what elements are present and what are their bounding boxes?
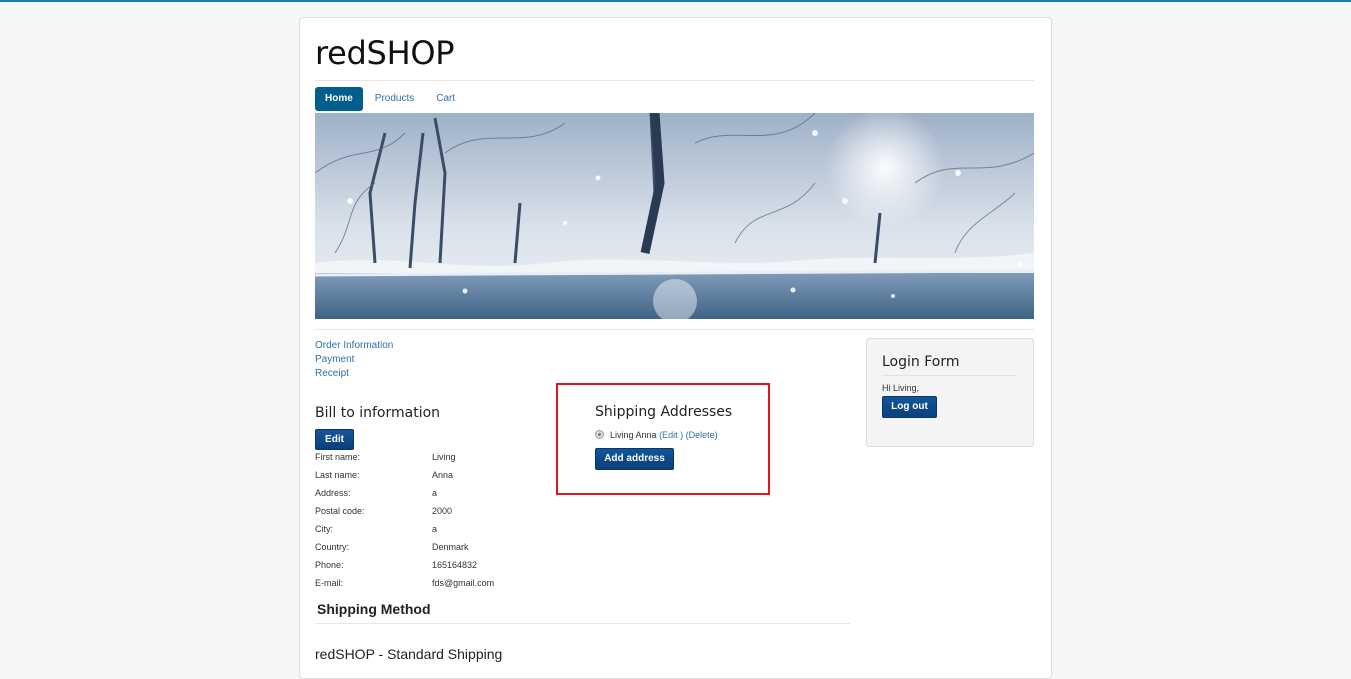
header-divider xyxy=(315,80,1034,81)
login-greeting: Hi Living, xyxy=(882,383,920,393)
shipping-method-title: Shipping Method xyxy=(317,601,431,617)
bill-row-email: E-mail: fds@gmail.com xyxy=(315,578,575,596)
bill-label: Address: xyxy=(315,488,351,498)
bill-row-phone: Phone: 165164832 xyxy=(315,560,575,578)
edit-billing-button[interactable]: Edit xyxy=(315,429,354,450)
login-title: Login Form xyxy=(882,354,960,370)
bill-title: Bill to information xyxy=(315,405,441,421)
shipping-addresses-title: Shipping Addresses xyxy=(595,404,733,420)
logout-button[interactable]: Log out xyxy=(882,396,937,418)
bill-label: City: xyxy=(315,524,333,534)
bill-value: Anna xyxy=(432,470,454,480)
shipping-method-divider xyxy=(315,623,850,624)
nav-products[interactable]: Products xyxy=(365,87,424,111)
main-nav: Home Products Cart xyxy=(315,87,467,111)
bill-label: Postal code: xyxy=(315,506,365,516)
bill-label: Last name: xyxy=(315,470,360,480)
nav-cart[interactable]: Cart xyxy=(426,87,465,111)
bill-value: 165164832 xyxy=(432,560,478,570)
billing-details: First name: Living Last name: Anna Addre… xyxy=(315,452,575,596)
bill-row-postal-code: Postal code: 2000 xyxy=(315,506,575,524)
edit-address-link[interactable]: (Edit ) xyxy=(659,430,683,440)
login-form-module: Login Form Hi Living, Log out xyxy=(866,338,1034,447)
shipping-method-option[interactable]: redSHOP - Standard Shipping xyxy=(315,646,502,662)
login-divider xyxy=(882,375,1017,376)
bill-value: fds@gmail.com xyxy=(432,578,495,588)
bill-row-country: Country: Denmark xyxy=(315,542,575,560)
bill-row-first-name: First name: Living xyxy=(315,452,575,470)
bill-value: a xyxy=(432,488,438,498)
content-divider xyxy=(315,329,1034,330)
bill-value: 2000 xyxy=(432,506,453,516)
nav-home[interactable]: Home xyxy=(315,87,363,111)
bill-row-last-name: Last name: Anna xyxy=(315,470,575,488)
checkout-steps: Order Information Payment Receipt xyxy=(315,339,393,381)
bill-row-address: Address: a xyxy=(315,488,575,506)
step-payment[interactable]: Payment xyxy=(315,353,393,367)
bill-label: Country: xyxy=(315,542,350,552)
step-order-information[interactable]: Order Information xyxy=(315,339,393,353)
bill-value: Denmark xyxy=(432,542,469,552)
site-brand[interactable]: redSHOP xyxy=(315,34,455,72)
top-accent-line xyxy=(0,0,1351,2)
delete-address-link[interactable]: (Delete) xyxy=(686,430,718,440)
step-receipt[interactable]: Receipt xyxy=(315,367,393,381)
winter-banner-image xyxy=(315,113,1034,319)
bill-row-city: City: a xyxy=(315,524,575,542)
bill-label: E-mail: xyxy=(315,578,344,588)
page-container: redSHOP Home Products Cart Order Informa… xyxy=(299,17,1052,679)
address-radio[interactable] xyxy=(595,430,604,439)
shipping-address-option: Living Anna (Edit ) (Delete) xyxy=(595,430,718,440)
bill-label: First name: xyxy=(315,452,361,462)
bill-label: Phone: xyxy=(315,560,344,570)
bill-value: a xyxy=(432,524,438,534)
address-name: Living Anna xyxy=(610,430,657,440)
add-address-button[interactable]: Add address xyxy=(595,448,674,470)
bill-value: Living xyxy=(432,452,456,462)
